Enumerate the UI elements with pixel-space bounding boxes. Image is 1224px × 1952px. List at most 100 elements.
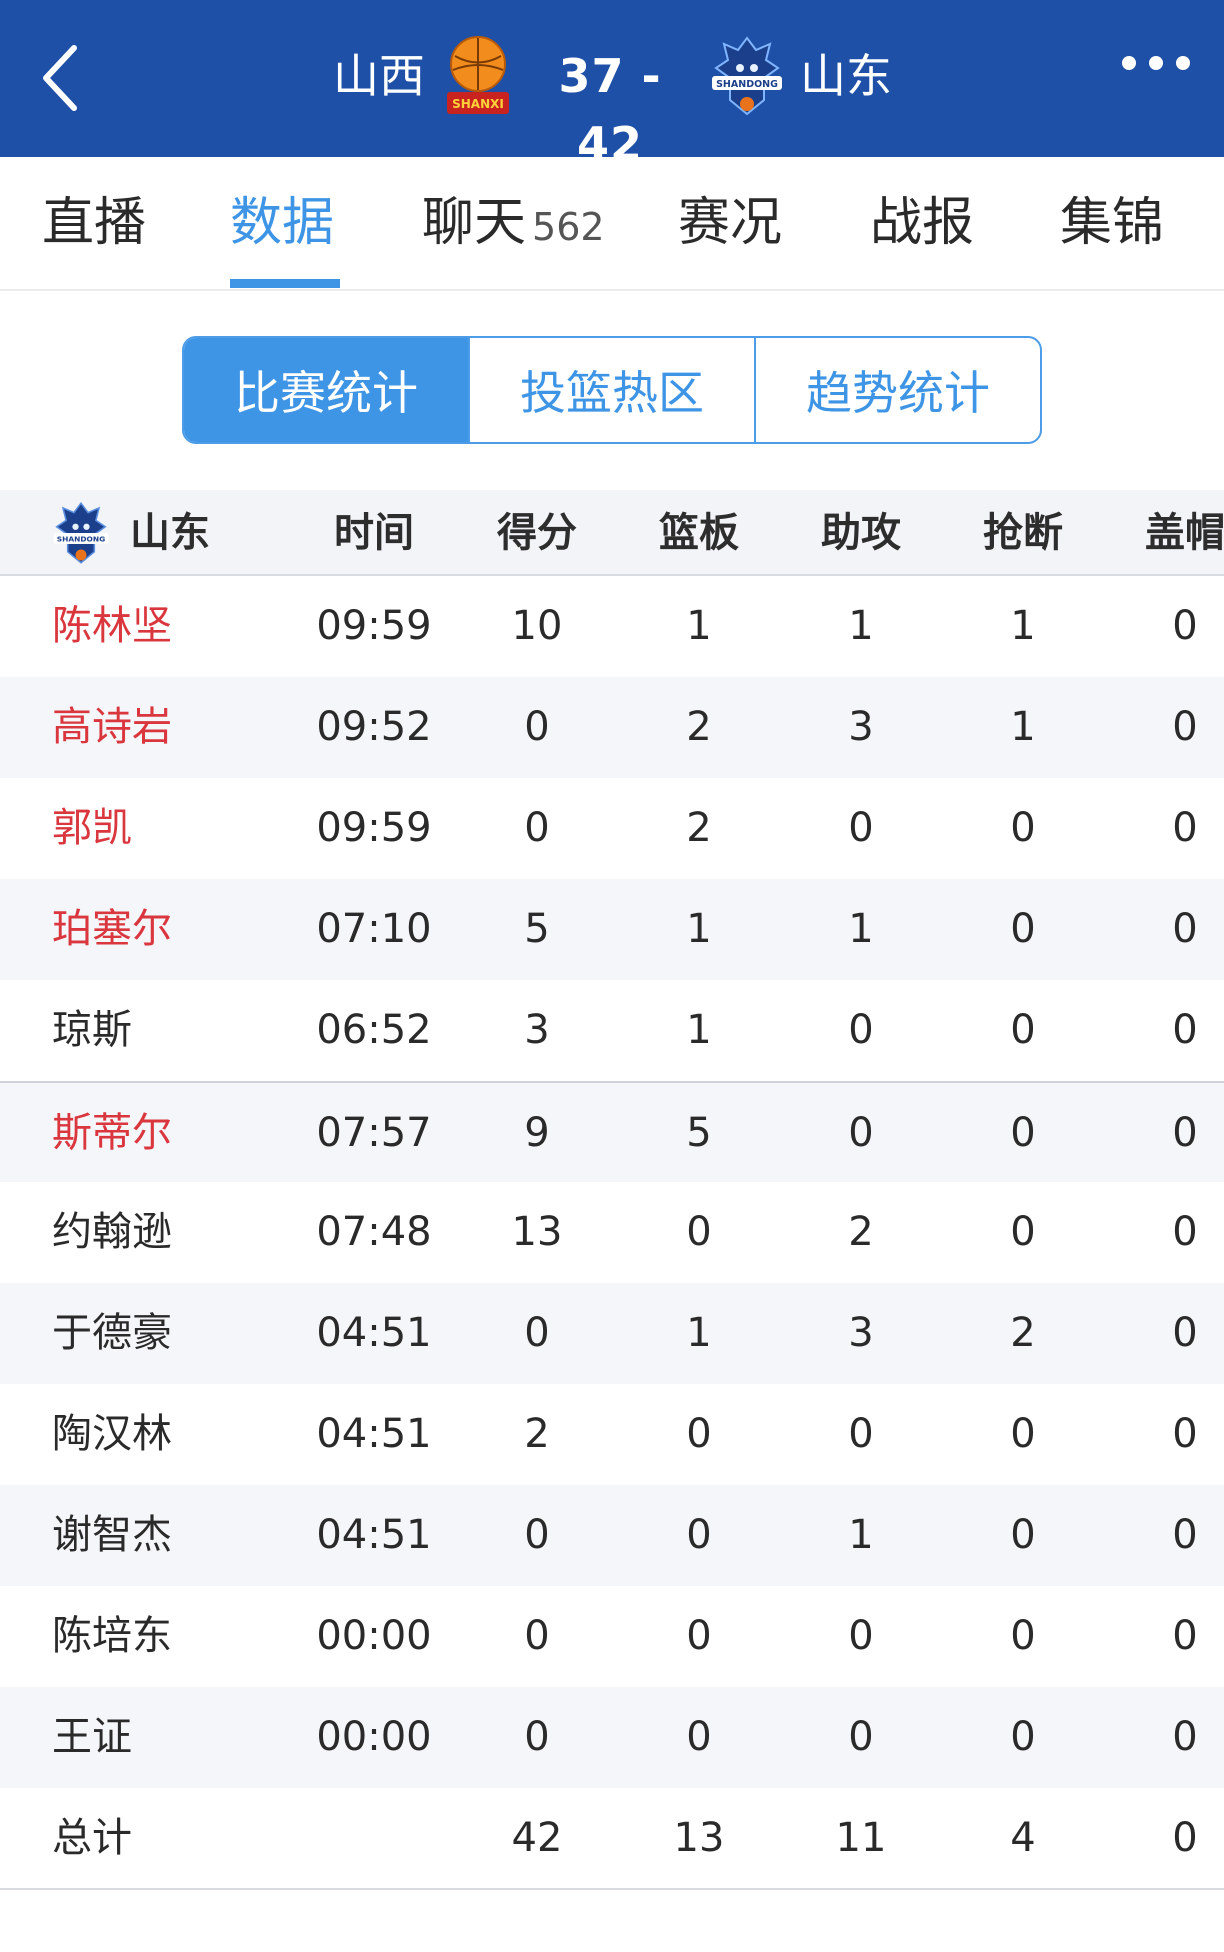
stats-table-header: SHANDONG 山东 时间 得分 篮板 助攻 抢断 盖帽 xyxy=(0,490,1224,576)
stat-cell: 0 xyxy=(1172,1815,1198,1861)
game-header: 山西 SHANXI 37 - 42 SHANDONG 山东 xyxy=(0,0,1224,171)
stat-cell: 0 xyxy=(524,805,550,851)
stat-cell: 0 xyxy=(524,1613,550,1659)
table-team-name: 山东 xyxy=(130,510,210,556)
stat-cell: 13 xyxy=(673,1815,725,1861)
stat-cell: 1 xyxy=(686,1007,712,1053)
home-team-name: 山西 xyxy=(333,49,425,103)
stat-cell: 0 xyxy=(848,1714,874,1760)
col-header-points[interactable]: 得分 xyxy=(467,490,607,576)
segment-game-stats[interactable]: 比赛统计 xyxy=(184,338,468,442)
stat-cell: 1 xyxy=(686,1310,712,1356)
table-row[interactable]: 珀塞尔 07:10 5 1 1 0 0 xyxy=(0,879,1224,980)
player-name[interactable]: 陈林坚 xyxy=(52,576,312,677)
table-row[interactable]: 陶汉林 04:51 2 0 0 0 0 xyxy=(0,1384,1224,1485)
stat-cell: 13 xyxy=(511,1209,563,1255)
shandong-logo-icon: SHANDONG xyxy=(53,501,109,564)
table-row[interactable]: 于德豪 04:51 0 1 3 2 0 xyxy=(0,1283,1224,1384)
tab-highlights[interactable]: 集锦 xyxy=(1060,183,1164,263)
stat-cell: 0 xyxy=(1010,1411,1036,1457)
stat-cell: 0 xyxy=(1172,1209,1198,1255)
table-bottom-divider xyxy=(0,1888,1224,1890)
stat-cell: 0 xyxy=(848,1007,874,1053)
total-row: 总计 42 13 11 4 0 xyxy=(0,1788,1224,1889)
chat-count-badge: 562 xyxy=(532,205,605,249)
segment-shot-zones[interactable]: 投篮热区 xyxy=(468,338,754,442)
stat-cell: 1 xyxy=(848,1512,874,1558)
stat-cell: 0 xyxy=(524,704,550,750)
stat-cell: 0 xyxy=(848,1110,874,1156)
stat-cell: 04:51 xyxy=(316,1411,432,1457)
stat-cell: 4 xyxy=(1010,1815,1036,1861)
stat-cell: 09:59 xyxy=(316,805,432,851)
tab-game-status[interactable]: 赛况 xyxy=(678,183,782,263)
stat-cell: 11 xyxy=(835,1815,887,1861)
tab-live[interactable]: 直播 xyxy=(42,183,146,263)
player-name[interactable]: 于德豪 xyxy=(52,1283,312,1384)
stat-cell: 1 xyxy=(1010,603,1036,649)
stat-cell: 0 xyxy=(1010,1714,1036,1760)
table-row[interactable]: 陈林坚 09:59 10 1 1 1 0 xyxy=(0,576,1224,677)
away-logo-text: SHANDONG xyxy=(716,79,778,90)
home-logo-text: SHANXI xyxy=(452,97,504,111)
player-name[interactable]: 陶汉林 xyxy=(52,1384,312,1485)
tab-data[interactable]: 数据 xyxy=(230,183,334,263)
tab-chat[interactable]: 聊天 562 xyxy=(422,183,605,267)
col-header-steals[interactable]: 抢断 xyxy=(953,490,1093,576)
player-name[interactable]: 郭凯 xyxy=(52,778,312,879)
more-button[interactable] xyxy=(1122,56,1198,70)
player-name[interactable]: 谢智杰 xyxy=(52,1485,312,1586)
tab-bar: 直播 数据 聊天 562 赛况 战报 集锦 xyxy=(0,157,1224,291)
table-row[interactable]: 王证 00:00 0 0 0 0 0 xyxy=(0,1687,1224,1788)
col-header-rebounds[interactable]: 篮板 xyxy=(629,490,769,576)
stat-cell: 07:10 xyxy=(316,906,432,952)
stat-cell: 1 xyxy=(848,906,874,952)
stat-cell: 0 xyxy=(1172,1310,1198,1356)
table-row[interactable]: 陈培东 00:00 0 0 0 0 0 xyxy=(0,1586,1224,1687)
col-header-time[interactable]: 时间 xyxy=(304,490,444,576)
player-name[interactable]: 约翰逊 xyxy=(52,1182,312,1283)
stat-cell: 0 xyxy=(1010,1110,1036,1156)
player-name[interactable]: 斯蒂尔 xyxy=(52,1083,312,1184)
stat-cell: 0 xyxy=(1172,1110,1198,1156)
tab-report[interactable]: 战报 xyxy=(870,183,974,263)
table-row[interactable]: 谢智杰 04:51 0 0 1 0 0 xyxy=(0,1485,1224,1586)
player-name[interactable]: 王证 xyxy=(52,1687,312,1788)
shanxi-logo-icon: SHANXI xyxy=(447,36,509,114)
player-name[interactable]: 高诗岩 xyxy=(52,677,312,778)
back-button[interactable] xyxy=(36,38,86,118)
segment-trend-stats[interactable]: 趋势统计 xyxy=(754,338,1040,442)
stat-cell: 0 xyxy=(1172,906,1198,952)
player-name[interactable]: 珀塞尔 xyxy=(52,879,312,980)
game-stats-page: 山西 SHANXI 37 - 42 SHANDONG 山东 直播 数据 聊天 5… xyxy=(0,0,1224,1952)
table-row[interactable]: 斯蒂尔 07:57 9 5 0 0 0 xyxy=(0,1081,1224,1182)
col-header-assists[interactable]: 助攻 xyxy=(791,490,931,576)
stat-cell: 04:51 xyxy=(316,1512,432,1558)
table-row[interactable]: 郭凯 09:59 0 2 0 0 0 xyxy=(0,778,1224,879)
stat-cell: 3 xyxy=(848,704,874,750)
stat-cell: 3 xyxy=(524,1007,550,1053)
away-team-name: 山东 xyxy=(800,49,892,103)
table-row[interactable]: 琼斯 06:52 3 1 0 0 0 xyxy=(0,980,1224,1081)
stat-cell: 2 xyxy=(848,1209,874,1255)
stat-cell: 5 xyxy=(524,906,550,952)
stat-cell: 0 xyxy=(1010,1007,1036,1053)
stat-cell: 1 xyxy=(686,603,712,649)
table-row[interactable]: 约翰逊 07:48 13 0 2 0 0 xyxy=(0,1182,1224,1283)
player-name[interactable]: 琼斯 xyxy=(52,980,312,1081)
stat-cell: 0 xyxy=(1010,1209,1036,1255)
stat-cell: 1 xyxy=(1010,704,1036,750)
stat-cell: 09:59 xyxy=(316,603,432,649)
col-header-blocks[interactable]: 盖帽 xyxy=(1115,490,1224,576)
more-dot-icon xyxy=(1176,56,1190,70)
shandong-logo-icon: SHANDONG xyxy=(712,36,782,116)
stat-cell: 0 xyxy=(686,1714,712,1760)
active-tab-indicator xyxy=(230,279,340,288)
stat-cell: 0 xyxy=(1010,1613,1036,1659)
stat-cell: 0 xyxy=(1010,1512,1036,1558)
player-name[interactable]: 陈培东 xyxy=(52,1586,312,1687)
table-row[interactable]: 高诗岩 09:52 0 2 3 1 0 xyxy=(0,677,1224,778)
stat-cell: 00:00 xyxy=(316,1613,432,1659)
stat-cell: 0 xyxy=(1172,1714,1198,1760)
stat-cell: 0 xyxy=(1172,1007,1198,1053)
